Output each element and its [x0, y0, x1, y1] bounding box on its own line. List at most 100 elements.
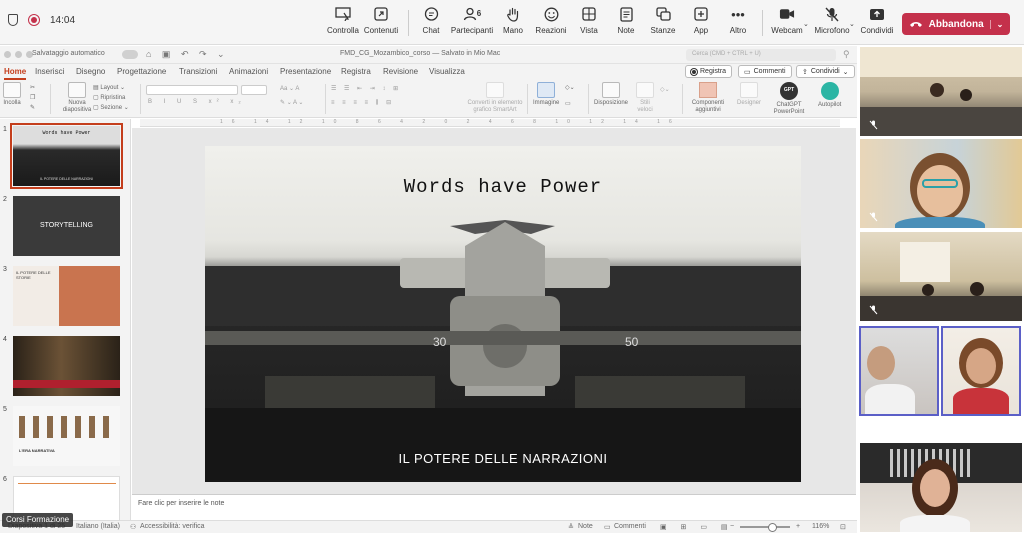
zoom-level[interactable]: 116%	[812, 523, 829, 530]
webcam-label: Webcam	[771, 26, 803, 35]
zoom-in-icon[interactable]: +	[796, 523, 800, 530]
video-tile[interactable]	[860, 443, 1022, 532]
tab-animazioni[interactable]: Animazioni	[229, 67, 268, 76]
altro-button[interactable]: ••• Altro	[716, 6, 760, 36]
add-app-icon	[693, 6, 709, 22]
textbox-icon[interactable]: ▭	[565, 100, 571, 107]
font-family-select[interactable]	[146, 85, 238, 95]
condividi-button[interactable]: Condividi	[855, 6, 899, 35]
record-button[interactable]: Registra	[685, 65, 733, 78]
video-tile[interactable]	[860, 139, 1022, 228]
video-tile[interactable]	[860, 232, 1022, 321]
thumb-title: Words have Power	[42, 130, 91, 136]
shapes-icon[interactable]: ◇⌄	[565, 84, 575, 91]
autopilot-button[interactable]: Autopilot	[818, 82, 841, 109]
slide-thumbnail[interactable]: Words have Power IL POTERE DELLE NARRAZI…	[10, 123, 123, 189]
slide-thumbnail[interactable]	[13, 336, 120, 396]
ribbon-divider	[682, 84, 683, 114]
tab-revisione[interactable]: Revisione	[383, 67, 418, 76]
notes-pane[interactable]: Fare clic per inserire le note	[132, 494, 856, 514]
zoom-out-icon[interactable]: −	[730, 523, 734, 530]
accessibility-label[interactable]: Accessibilità: verifica	[140, 523, 205, 530]
chat-button[interactable]: Chat	[409, 6, 453, 35]
language-label[interactable]: Italiano (Italia)	[76, 523, 120, 530]
shape-fill-icon[interactable]: ◇⌄	[660, 86, 670, 93]
tab-visualizza[interactable]: Visualizza	[429, 67, 465, 76]
smartart-button[interactable]: Converti in elemento grafico SmartArt	[465, 82, 525, 113]
comments-toggle-button[interactable]: Commenti	[614, 523, 646, 530]
case-icon[interactable]: Aa ⌄ A	[280, 85, 299, 92]
chatgpt-button[interactable]: GPT ChatGPT PowerPoint	[772, 82, 806, 115]
tab-disegno[interactable]: Disegno	[76, 67, 105, 76]
window-controls[interactable]	[4, 51, 33, 58]
participants-count: 6	[476, 9, 482, 18]
new-slide-button[interactable]: Nuova diapositiva	[60, 82, 94, 113]
search-input[interactable]: Cerca (CMD + CTRL + U)	[686, 49, 836, 61]
slide-thumbnail[interactable]: L'ERA NARRATIVA	[13, 406, 120, 466]
paste-button[interactable]: Incolla	[3, 82, 21, 107]
video-tile[interactable]	[860, 47, 1022, 136]
copy-icon[interactable]: ❐	[30, 94, 35, 101]
altro-label: Altro	[729, 26, 747, 35]
quick-styles-button[interactable]: Stili veloci	[636, 82, 654, 113]
contenuti-button[interactable]: Contenuti	[359, 6, 403, 35]
desk	[860, 107, 1022, 136]
notes-icon	[618, 6, 634, 22]
account-icon[interactable]: ⚲	[843, 49, 850, 60]
arrange-button[interactable]: Disposizione	[594, 82, 628, 107]
font-color-icon[interactable]: ✎ ⌄ A ⌄	[280, 99, 303, 106]
meeting-timer: 14:04	[50, 14, 76, 26]
tab-transizioni[interactable]: Transizioni	[179, 67, 217, 76]
chevron-down-icon[interactable]: ⌄	[849, 20, 855, 28]
partecipanti-button[interactable]: 6 Partecipanti	[450, 6, 494, 35]
teams-meeting-toolbar: 14:04 Controlla Contenuti Chat 6 Parteci…	[0, 0, 1024, 45]
tab-inserisci[interactable]: Inserisci	[35, 67, 64, 76]
image-button[interactable]: Immagine	[533, 82, 559, 107]
tab-home[interactable]: Home	[4, 67, 27, 80]
leave-button[interactable]: Abbandona ⌄	[902, 13, 1010, 35]
participant-video	[960, 89, 972, 101]
cut-icon[interactable]: ✂	[30, 84, 35, 91]
slide-thumbnail[interactable]: IL POTERE DELLE STORIE	[13, 266, 120, 326]
slide-subtitle[interactable]: IL POTERE DELLE NARRAZIONI	[205, 451, 801, 466]
slide-thumbnails-panel[interactable]: 1 Words have Power IL POTERE DELLE NARRA…	[0, 119, 131, 520]
view-buttons[interactable]: ▣ ⊞ ▭ ▤	[660, 523, 734, 531]
tab-presentazione[interactable]: Presentazione	[280, 67, 331, 76]
video-tile[interactable]	[859, 326, 939, 416]
mic-muted-icon	[868, 305, 878, 315]
toolbar-divider	[762, 10, 763, 36]
slide-editor[interactable]: Words have Power 30 50 IL POTERE DELLE N…	[132, 128, 856, 494]
list-buttons[interactable]: ☰ ☰ ⇤ ⇥ ↕ ⊞	[331, 85, 401, 92]
quick-access-toolbar[interactable]: ⌂ ▣ ↶ ↷ ⌄	[146, 49, 229, 60]
tab-registra[interactable]: Registra	[341, 67, 371, 76]
breakout-rooms-icon	[655, 6, 671, 22]
ribbon-divider	[50, 84, 51, 114]
section-button[interactable]: ▢ Sezione ⌄	[93, 104, 129, 111]
ppt-share-button[interactable]: ⇪ Condividi ⌄	[796, 65, 855, 78]
align-buttons[interactable]: ≡ ≡ ≡ ≡ ⫼ ⊟	[331, 99, 394, 107]
mic-muted-icon	[868, 212, 878, 222]
video-tile[interactable]	[941, 326, 1021, 416]
chevron-down-icon[interactable]: ⌄	[803, 20, 809, 28]
reset-button[interactable]: ▢ Ripristina	[93, 94, 125, 101]
autopilot-icon	[820, 82, 839, 100]
designer-button[interactable]: Designer	[737, 82, 761, 107]
comments-button[interactable]: ▭ Commenti	[738, 65, 792, 78]
desk	[860, 296, 1022, 321]
smartart-icon	[486, 82, 504, 98]
addins-button[interactable]: Componenti aggiuntivi	[690, 82, 726, 113]
autosave-toggle[interactable]	[122, 50, 138, 59]
camera-icon	[779, 6, 795, 22]
format-painter-icon[interactable]: ✎	[30, 104, 35, 111]
font-size-select[interactable]	[241, 85, 267, 95]
slide-thumbnail[interactable]: STORYTELLING	[13, 196, 120, 256]
zoom-slider[interactable]	[740, 523, 790, 532]
layout-button[interactable]: ▤ Layout ⌄	[93, 84, 125, 91]
fit-window-icon[interactable]: ⊡	[840, 523, 846, 531]
microfono-button[interactable]: Microfono	[810, 6, 854, 35]
ppt-titlebar: Salvataggio automatico ⌂ ▣ ↶ ↷ ⌄ FMD_CG_…	[0, 46, 857, 64]
notes-toggle-button[interactable]: Note	[578, 523, 593, 530]
current-slide[interactable]: Words have Power 30 50 IL POTERE DELLE N…	[205, 146, 801, 482]
tab-progettazione[interactable]: Progettazione	[117, 67, 166, 76]
font-format-buttons[interactable]: B I U S x² x₂	[148, 99, 246, 105]
